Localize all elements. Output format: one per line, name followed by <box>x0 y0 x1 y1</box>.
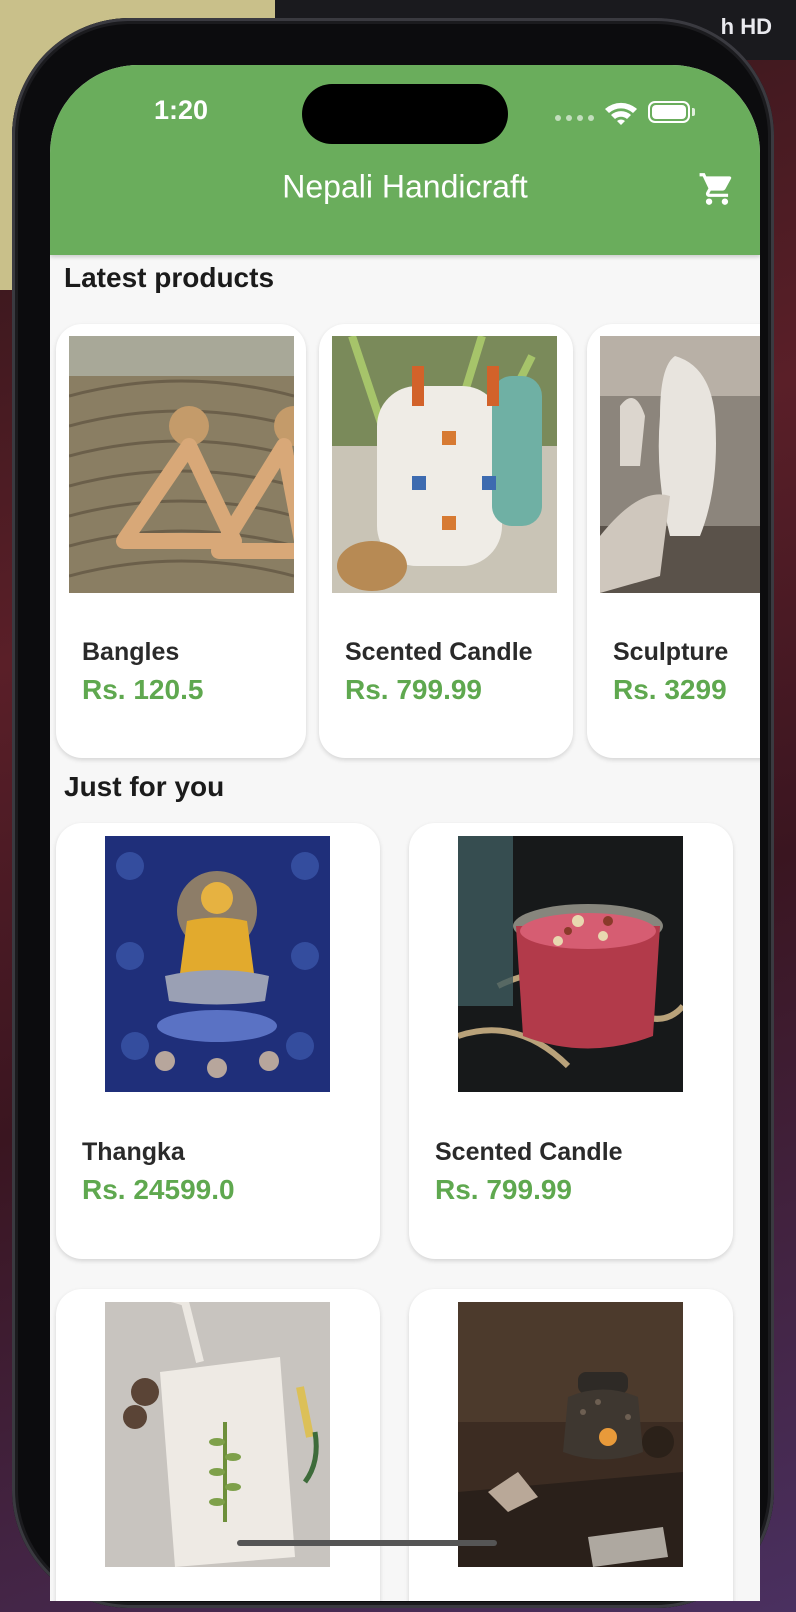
product-price: Rs. 120.5 <box>82 674 204 705</box>
wifi-icon <box>605 102 637 125</box>
product-name: Sculpture <box>613 638 729 666</box>
product-card-bangles[interactable]: Bangles Rs. 120.5 <box>56 324 306 758</box>
product-card-candle-2[interactable]: Scented Candle Rs. 799.99 <box>409 823 733 1259</box>
battery-tip <box>692 108 695 116</box>
product-card-thangka[interactable]: Thangka Rs. 24599.0 <box>56 823 380 1259</box>
product-card-diffuser[interactable] <box>409 1289 733 1601</box>
dynamic-island <box>302 84 508 144</box>
product-image-tote <box>105 1302 330 1567</box>
product-name: Scented Candle <box>345 638 533 666</box>
app-bar: 1:20 Nepali Handicraft <box>50 65 760 255</box>
status-time: 1:20 <box>154 95 209 125</box>
product-name: Scented Candle <box>435 1138 623 1166</box>
product-image-basket <box>332 336 557 593</box>
phone-frame: 1:20 Nepali Handicraft Latest products B… <box>12 18 774 1608</box>
product-card-sculpture[interactable]: Sculpture Rs. 3299 <box>587 324 760 758</box>
product-image-bangles <box>69 336 294 593</box>
product-price: Rs. 799.99 <box>345 674 482 705</box>
product-name: Thangka <box>82 1138 185 1166</box>
product-card-candle[interactable]: Scented Candle Rs. 799.99 <box>319 324 573 758</box>
product-image-sculpture <box>600 336 760 593</box>
product-card-tote[interactable] <box>56 1289 380 1601</box>
product-name: Bangles <box>82 638 180 666</box>
product-price: Rs. 3299 <box>613 674 727 705</box>
cart-icon[interactable] <box>698 170 736 208</box>
background-label: h HD <box>720 14 772 39</box>
product-image-diffuser <box>458 1302 683 1567</box>
home-indicator[interactable] <box>237 1540 497 1546</box>
app-screen: 1:20 Nepali Handicraft Latest products B… <box>50 65 760 1601</box>
product-price: Rs. 24599.0 <box>82 1174 235 1205</box>
signal-icon <box>555 115 594 121</box>
section-title-latest: Latest products <box>64 262 275 293</box>
product-image-candle <box>458 836 683 1092</box>
product-price: Rs. 799.99 <box>435 1174 572 1205</box>
app-title: Nepali Handicraft <box>282 168 528 205</box>
product-image-thangka <box>105 836 330 1092</box>
section-title-for-you: Just for you <box>64 771 225 802</box>
battery-icon <box>648 101 690 123</box>
